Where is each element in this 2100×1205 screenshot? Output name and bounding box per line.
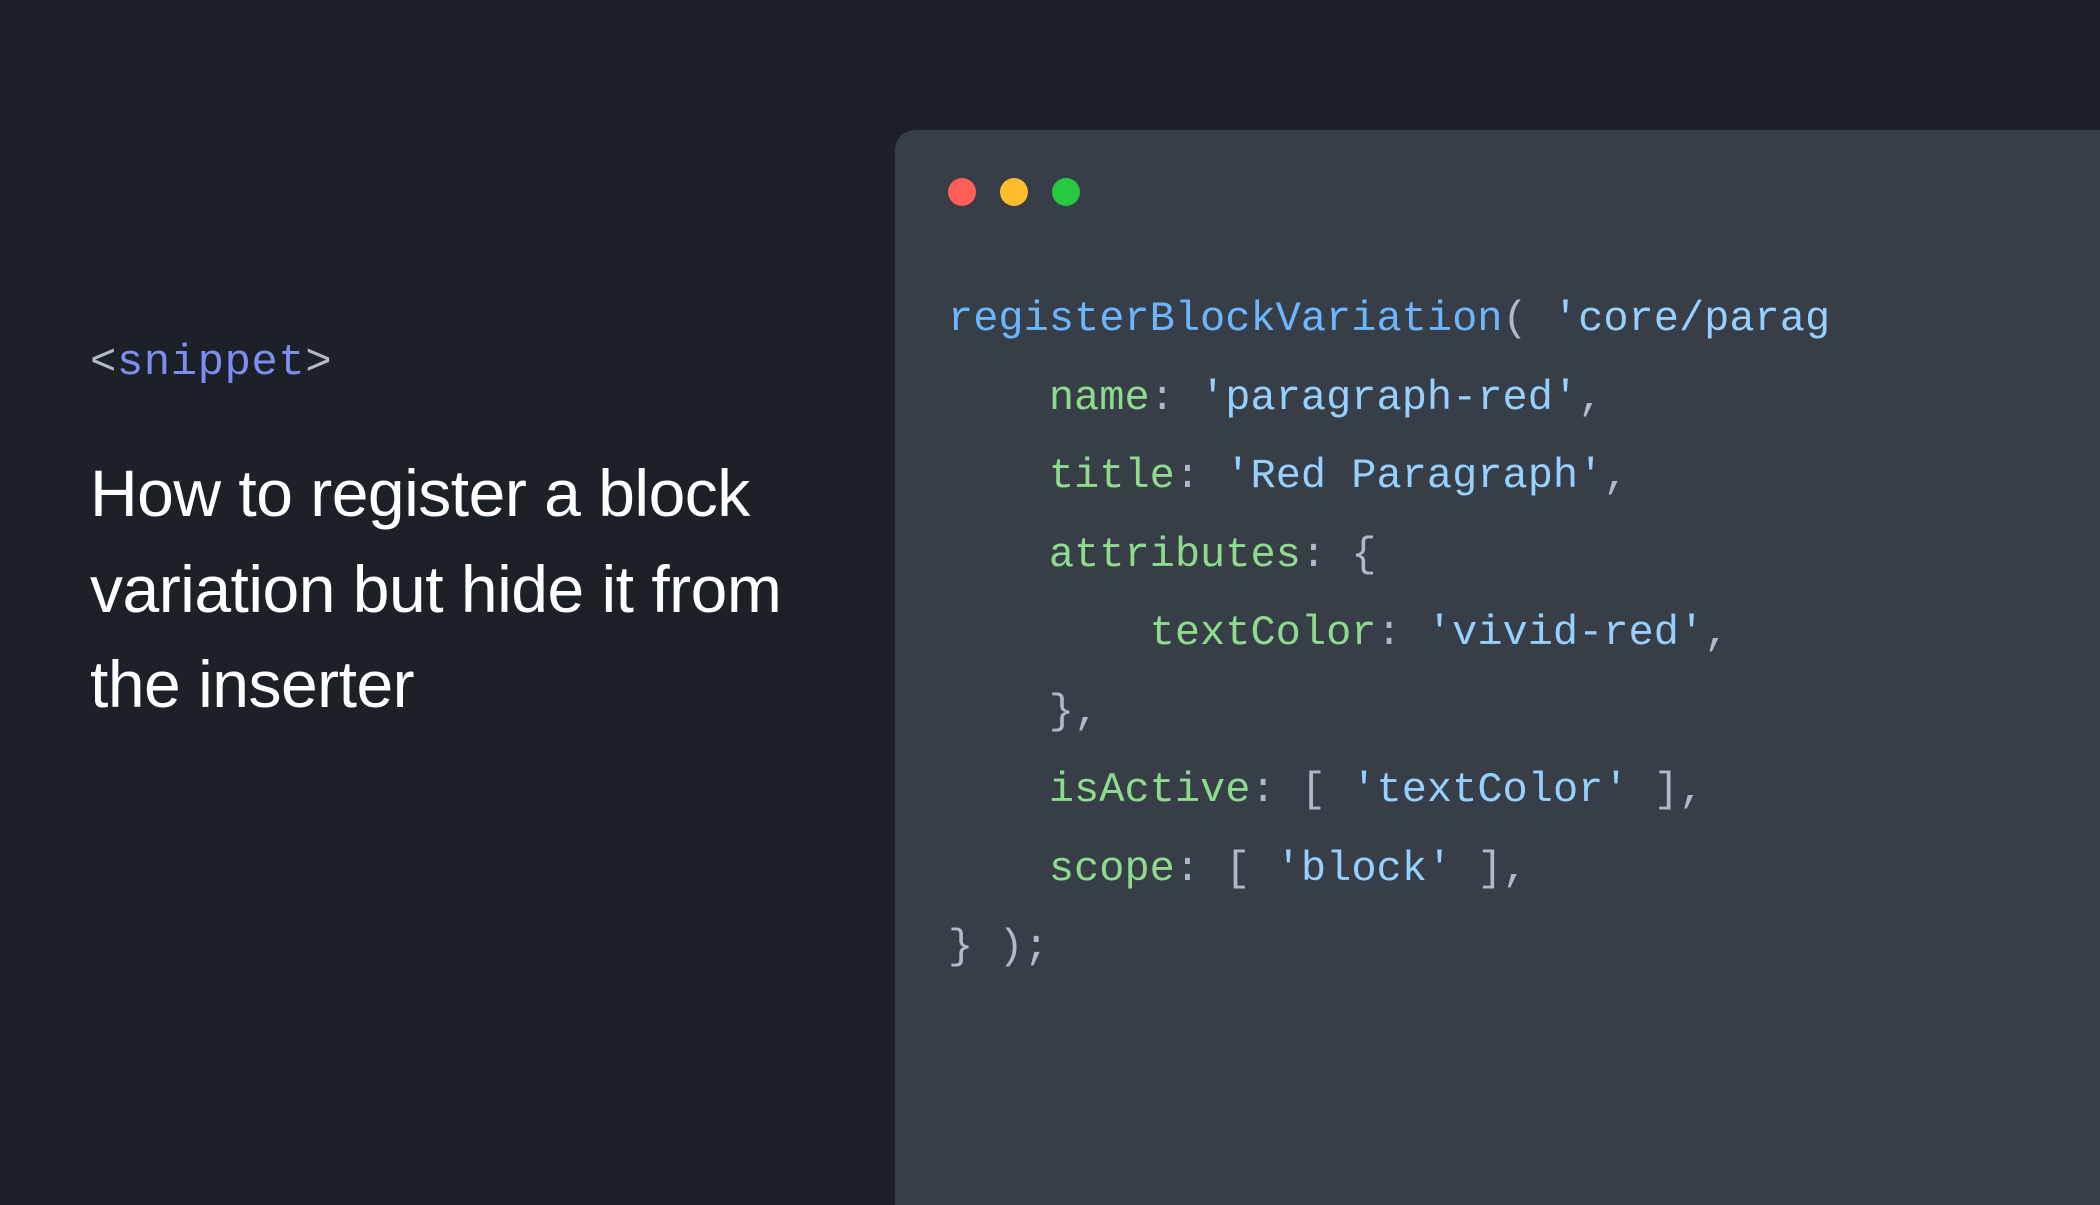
code-prop-key: textColor <box>1150 609 1377 657</box>
code-string: 'paragraph-red' <box>1200 374 1578 422</box>
left-panel: <snippet> How to register a block variat… <box>90 338 790 733</box>
code-punct: , <box>1578 374 1603 422</box>
code-bracket: [ <box>1225 845 1275 893</box>
code-punct: ( <box>1503 295 1553 343</box>
code-string: 'core/parag <box>1553 295 1830 343</box>
code-punct: : <box>1175 452 1225 500</box>
code-punct: , <box>1603 452 1628 500</box>
code-punct: : <box>1175 845 1225 893</box>
code-brace: }, <box>1049 688 1099 736</box>
code-bracket: [ <box>1301 766 1351 814</box>
code-punct: : <box>1301 531 1351 579</box>
code-punct: : <box>1376 609 1426 657</box>
code-prop-key: scope <box>1049 845 1175 893</box>
code-window: registerBlockVariation( 'core/parag name… <box>895 130 2100 1205</box>
code-function-name: registerBlockVariation <box>948 295 1503 343</box>
code-punct: , <box>1704 609 1729 657</box>
maximize-icon[interactable] <box>1052 178 1080 206</box>
code-prop-key: title <box>1049 452 1175 500</box>
article-heading: How to register a block variation but hi… <box>90 446 790 733</box>
code-close: } ); <box>948 923 1049 971</box>
code-string: 'block' <box>1276 845 1452 893</box>
code-snippet: registerBlockVariation( 'core/parag name… <box>948 280 1830 987</box>
code-bracket: ], <box>1629 766 1705 814</box>
close-icon[interactable] <box>948 178 976 206</box>
tag-name: snippet <box>117 338 305 388</box>
tag-close-bracket: > <box>305 338 332 388</box>
minimize-icon[interactable] <box>1000 178 1028 206</box>
code-string: 'textColor' <box>1351 766 1628 814</box>
snippet-tag: <snippet> <box>90 338 790 388</box>
code-prop-key: isActive <box>1049 766 1251 814</box>
code-prop-key: attributes <box>1049 531 1301 579</box>
code-prop-key: name <box>1049 374 1150 422</box>
code-punct: : <box>1250 766 1300 814</box>
code-bracket: ], <box>1452 845 1528 893</box>
code-string: 'vivid-red' <box>1427 609 1704 657</box>
tag-open-bracket: < <box>90 338 117 388</box>
code-string: 'Red Paragraph' <box>1225 452 1603 500</box>
code-punct: : <box>1150 374 1200 422</box>
code-brace: { <box>1351 531 1376 579</box>
window-controls <box>948 178 1080 206</box>
